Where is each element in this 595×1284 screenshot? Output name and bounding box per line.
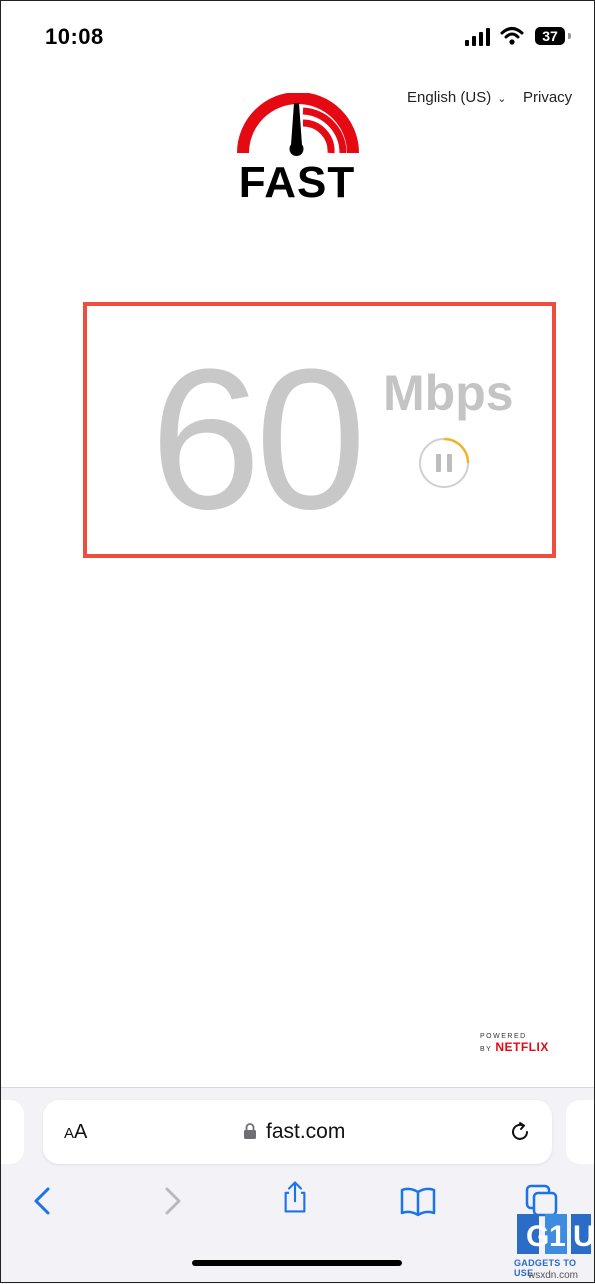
speed-value: 60 bbox=[150, 328, 366, 551]
netflix-logo: NETFLIX bbox=[495, 1040, 549, 1054]
text-size-big-a: A bbox=[74, 1121, 88, 1143]
url-text[interactable]: fast.com bbox=[266, 1120, 345, 1144]
wifi-icon bbox=[500, 27, 524, 45]
home-indicator[interactable] bbox=[192, 1260, 402, 1266]
book-icon[interactable] bbox=[400, 1184, 436, 1218]
fast-logo-text: FAST bbox=[238, 158, 356, 207]
previous-tab-card[interactable] bbox=[0, 1100, 24, 1164]
privacy-link[interactable]: Privacy bbox=[523, 89, 572, 106]
powered-by-netflix[interactable]: POWERED BY NETFLIX bbox=[480, 1033, 595, 1054]
cellular-signal-icon bbox=[465, 28, 495, 46]
text-size-button[interactable]: AA bbox=[64, 1121, 87, 1144]
chevron-left-icon[interactable] bbox=[26, 1184, 62, 1218]
chevron-right-icon[interactable] bbox=[153, 1184, 189, 1218]
battery-icon: 37 bbox=[535, 27, 565, 45]
share-icon[interactable] bbox=[277, 1180, 313, 1214]
svg-text:U: U bbox=[573, 1220, 595, 1253]
language-label: English (US) bbox=[407, 89, 492, 106]
svg-text:1: 1 bbox=[549, 1220, 566, 1253]
battery-cap bbox=[568, 33, 571, 39]
speed-units: Mbps bbox=[383, 365, 514, 421]
chevron-down-icon: ⌄ bbox=[497, 93, 507, 105]
text-size-small-a: A bbox=[64, 1125, 75, 1142]
next-tab-card[interactable] bbox=[566, 1100, 595, 1164]
language-selector[interactable]: English (US) ⌄ bbox=[407, 89, 506, 106]
pause-button[interactable] bbox=[418, 437, 470, 489]
svg-text:G: G bbox=[526, 1220, 549, 1253]
status-time: 10:08 bbox=[45, 24, 104, 49]
lock-icon bbox=[244, 1123, 256, 1139]
watermark-site: wsxdn.com bbox=[528, 1270, 579, 1281]
reload-icon[interactable] bbox=[508, 1120, 532, 1144]
